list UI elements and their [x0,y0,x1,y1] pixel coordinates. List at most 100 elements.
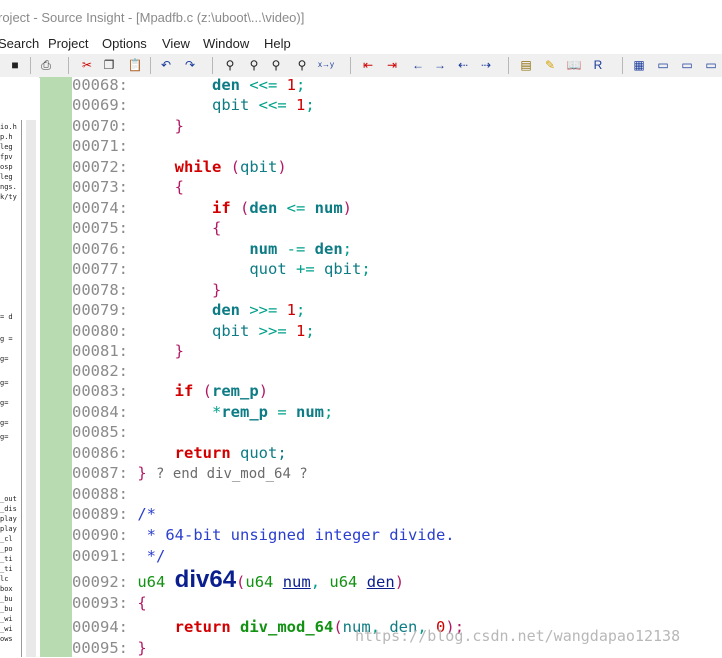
panel-symbol-fragment[interactable]: _bu [0,595,21,603]
code-line[interactable]: 00093: { [72,593,147,613]
code-line[interactable]: 00090: * 64-bit unsigned integer divide. [72,525,455,545]
code-line[interactable]: 00086: return quot; [72,443,287,463]
code-line[interactable]: 00082: [72,361,137,381]
layout-2-icon[interactable]: ▭ [655,57,671,73]
code-line[interactable]: 00076: num -= den; [72,239,352,259]
code-line[interactable]: 00080: qbit >>= 1; [72,321,315,341]
code-token: } [174,342,185,360]
panel-symbol-fragment[interactable]: k/ty [0,193,21,201]
back-icon[interactable]: ← [410,57,426,73]
code-token: return [174,618,240,636]
save-icon[interactable]: ■ [7,57,23,73]
bookmark-next-icon[interactable]: ⇥ [384,57,400,73]
panel-symbol-fragment[interactable]: box [0,585,21,593]
code-line[interactable]: 00092: u64 div64(u64 num, u64 den) [72,568,404,592]
panel-symbol-fragment[interactable]: ows [0,635,21,643]
panel-symbol-fragment[interactable]: g= [0,419,21,427]
panel-symbol-fragment[interactable]: p.h [0,133,21,141]
panel-symbol-fragment[interactable]: g= [0,433,21,441]
code-line[interactable]: 00095: } [72,638,147,658]
menu-view[interactable]: View [162,36,190,51]
print-icon[interactable]: ⎙ [38,57,54,73]
code-token: -= [277,240,315,258]
code-line[interactable]: 00071: [72,136,137,156]
code-line[interactable]: 00089: /* [72,504,156,524]
line-number: 00092: [72,573,128,591]
jump-prev-icon[interactable]: ⇠ [455,57,471,73]
panel-symbol-fragment[interactable]: _ti [0,555,21,563]
relation-icon[interactable]: R [590,57,606,73]
paste-icon[interactable]: 📋 [127,57,143,73]
layout-4-icon[interactable]: ▭ [703,57,719,73]
code-line[interactable]: 00068: den <<= 1; [72,75,305,95]
forward-icon[interactable]: → [432,57,448,73]
menu-project[interactable]: Project [48,36,88,51]
copy-icon[interactable]: ❐ [101,57,117,73]
menu-search[interactable]: Search [0,36,39,51]
panel-symbol-fragment[interactable]: _cl [0,535,21,543]
code-line[interactable]: 00077: quot += qbit; [72,259,371,279]
panel-symbol-fragment[interactable]: lc [0,575,21,583]
panel-symbol-fragment[interactable]: _out [0,495,21,503]
panel-symbol-fragment[interactable]: = d [0,313,21,321]
code-token: num [314,199,343,217]
layout-1-icon[interactable]: ▦ [631,57,647,73]
panel-symbol-fragment[interactable]: leg [0,143,21,151]
panel-scrollbar[interactable] [26,120,36,657]
undo-icon[interactable]: ↶ [158,57,174,73]
panel-symbol-fragment[interactable]: g= [0,399,21,407]
code-line[interactable]: 00070: } [72,116,184,136]
menu-options[interactable]: Options [102,36,147,51]
panel-symbol-fragment[interactable]: g= [0,379,21,387]
code-line[interactable]: 00083: if (rem_p) [72,381,268,401]
code-line[interactable]: 00087: } ? end div_mod_64 ? [72,463,308,483]
menu-help[interactable]: Help [264,36,291,51]
code-line[interactable]: 00079: den >>= 1; [72,300,305,320]
code-line[interactable]: 00072: while (qbit) [72,157,287,177]
xref-icon[interactable]: x→y [318,57,334,73]
cut-icon[interactable]: ✂ [79,57,95,73]
panel-symbol-fragment[interactable]: ngs. [0,183,21,191]
code-line[interactable]: 00081: } [72,341,184,361]
panel-symbol-fragment[interactable]: fpv [0,153,21,161]
panel-symbol-fragment[interactable]: _po [0,545,21,553]
panel-symbol-fragment[interactable]: _bu [0,605,21,613]
code-token: qbit [212,96,250,114]
code-token: <<= [249,96,296,114]
panel-symbol-fragment[interactable]: _ti [0,565,21,573]
symbol-window-icon[interactable]: ▤ [518,57,534,73]
panel-symbol-fragment[interactable]: _wi [0,625,21,633]
code-line[interactable]: 00088: [72,484,137,504]
line-number: 00093: [72,594,128,612]
code-line[interactable]: 00074: if (den <= num) [72,198,352,218]
jump-next-icon[interactable]: ⇢ [478,57,494,73]
find-prev-icon[interactable]: ⚲ [268,57,284,73]
panel-symbol-fragment[interactable]: g = [0,335,21,343]
find-icon[interactable]: ⚲ [222,57,238,73]
panel-symbol-fragment[interactable]: _dis [0,505,21,513]
layout-3-icon[interactable]: ▭ [679,57,695,73]
code-editor[interactable]: 00068: den <<= 1; 00069: qbit <<= 1; 00070… [72,75,722,658]
redo-icon[interactable]: ↷ [182,57,198,73]
panel-symbol-fragment[interactable]: play [0,525,21,533]
code-line[interactable]: 00075: { [72,218,221,238]
panel-symbol-fragment[interactable]: play [0,515,21,523]
find-next-icon[interactable]: ⚲ [246,57,262,73]
replace-icon[interactable]: ⚲ [294,57,310,73]
code-line[interactable]: 00084: *rem_p = num; [72,402,333,422]
bookmark-prev-icon[interactable]: ⇤ [360,57,376,73]
reference-book-icon[interactable]: 📖 [566,57,582,73]
code-line[interactable]: 00085: [72,422,137,442]
code-line[interactable]: 00073: { [72,177,184,197]
panel-symbol-fragment[interactable]: io.h [0,123,21,131]
code-line[interactable]: 00091: */ [72,546,165,566]
panel-symbol-fragment[interactable]: osp [0,163,21,171]
code-token: <= [277,199,315,217]
code-line[interactable]: 00078: } [72,280,221,300]
code-line[interactable]: 00069: qbit <<= 1; [72,95,315,115]
menu-window[interactable]: Window [203,36,249,51]
panel-symbol-fragment[interactable]: leg [0,173,21,181]
panel-symbol-fragment[interactable]: _wi [0,615,21,623]
panel-symbol-fragment[interactable]: g= [0,355,21,363]
highlight-icon[interactable]: ✎ [542,57,558,73]
